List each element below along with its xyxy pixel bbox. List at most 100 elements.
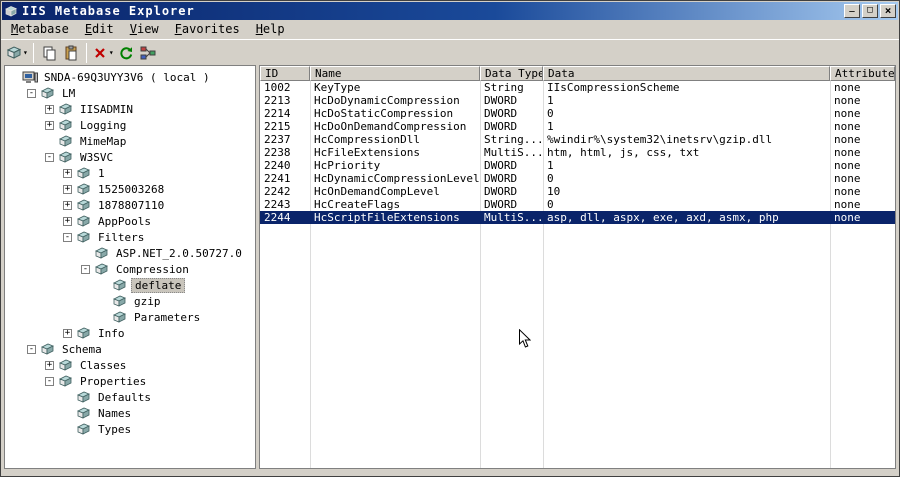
tree-item-lm[interactable]: - LM bbox=[5, 85, 255, 101]
collapse-icon[interactable]: - bbox=[63, 232, 72, 242]
tree-item-compression[interactable]: - Compression bbox=[5, 261, 255, 277]
tree-item-label: Logging bbox=[80, 118, 127, 132]
table-row-2241[interactable]: 2241 HcDynamicCompressionLevel DWORD 0 none bbox=[260, 172, 895, 185]
menu-item-favorites[interactable]: Favorites bbox=[167, 21, 248, 38]
table-row-2215[interactable]: 2215 HcDoOnDemandCompression DWORD 1 none bbox=[260, 120, 895, 133]
cell-id: 2213 bbox=[264, 94, 291, 107]
column-header-name[interactable]: Name bbox=[310, 66, 480, 81]
cell-type: MultiS... bbox=[484, 211, 543, 224]
table-row-2242[interactable]: 2242 HcOnDemandCompLevel DWORD 10 none bbox=[260, 185, 895, 198]
tree-item-1878807110[interactable]: +1878807110 bbox=[5, 197, 255, 213]
collapse-icon[interactable]: - bbox=[45, 376, 54, 386]
tree-item-info[interactable]: + Info bbox=[5, 325, 255, 341]
expand-icon[interactable]: + bbox=[63, 216, 72, 226]
title-bar[interactable]: IIS Metabase Explorer _ □ × bbox=[2, 2, 898, 20]
tree-item-label: Info bbox=[98, 326, 125, 340]
tree-item-logging[interactable]: + Logging bbox=[5, 117, 255, 133]
expand-icon[interactable]: + bbox=[63, 328, 72, 338]
tree-item-label: AppPools bbox=[98, 214, 151, 228]
expand-icon[interactable]: + bbox=[45, 104, 54, 114]
paste-button[interactable] bbox=[60, 42, 82, 64]
collapse-icon[interactable]: - bbox=[45, 152, 54, 162]
tree-item-types[interactable]: Types bbox=[5, 421, 255, 437]
properties-list[interactable]: ID Name Data Type Data Attributes 1002 KeyTyp… bbox=[259, 65, 896, 469]
tree-item-label: Compression bbox=[116, 262, 189, 276]
tree-item-parameters[interactable]: Parameters bbox=[5, 309, 255, 325]
tree-item-classes[interactable]: + Classes bbox=[5, 357, 255, 373]
tree-item-names[interactable]: Names bbox=[5, 405, 255, 421]
key-icon bbox=[58, 151, 74, 164]
cell-name: HcOnDemandCompLevel bbox=[314, 185, 440, 198]
expand-icon[interactable]: + bbox=[45, 120, 54, 130]
tree-item-mimemap[interactable]: MimeMap bbox=[5, 133, 255, 149]
table-row-2238[interactable]: 2238 HcFileExtensions MultiS... htm, html, … bbox=[260, 146, 895, 159]
cell-name: HcCreateFlags bbox=[314, 198, 401, 211]
tree-item-1525003268[interactable]: +1525003268 bbox=[5, 181, 255, 197]
tree-item-iisadmin[interactable]: + IISADMIN bbox=[5, 101, 255, 117]
key-icon bbox=[76, 231, 92, 244]
menu-item-view[interactable]: View bbox=[122, 21, 167, 38]
key-icon bbox=[94, 263, 110, 276]
tree-item-label: MimeMap bbox=[80, 134, 127, 148]
column-header-data-type[interactable]: Data Type bbox=[480, 66, 543, 81]
cell-name: HcScriptFileExtensions bbox=[314, 211, 460, 224]
tree-item-label: W3SVC bbox=[80, 150, 114, 164]
refresh-button[interactable] bbox=[115, 42, 137, 64]
cell-data: 0 bbox=[547, 107, 554, 120]
metabase-tree[interactable]: SNDA-69Q3UYY3V6 ( local ) - LM + IISADMIN + Lo… bbox=[4, 65, 256, 469]
column-header-attributes[interactable]: Attributes bbox=[830, 66, 895, 81]
collapse-icon[interactable]: - bbox=[27, 344, 36, 354]
table-row-2240[interactable]: 2240 HcPriority DWORD 1 none bbox=[260, 159, 895, 172]
expand-icon[interactable]: + bbox=[63, 184, 72, 194]
dropdown-caret-icon[interactable]: ▾ bbox=[109, 48, 114, 57]
table-row-2244[interactable]: 2244 HcScriptFileExtensions MultiS... asp, … bbox=[260, 211, 895, 224]
table-row-2237[interactable]: 2237 HcCompressionDll String... %windir%\sy… bbox=[260, 133, 895, 146]
network-button[interactable] bbox=[137, 42, 159, 64]
maximize-button[interactable]: □ bbox=[862, 4, 878, 18]
delete-button[interactable]: ▾ bbox=[91, 42, 115, 64]
tree-item-asp-net-2-0-50727-0[interactable]: ASP.NET_2.0.50727.0 bbox=[5, 245, 255, 261]
cell-id: 2241 bbox=[264, 172, 291, 185]
expand-icon[interactable]: + bbox=[45, 360, 54, 370]
expand-icon[interactable]: + bbox=[63, 200, 72, 210]
cell-type: MultiS... bbox=[484, 146, 543, 159]
cell-name: HcPriority bbox=[314, 159, 381, 172]
cell-type: DWORD bbox=[484, 172, 518, 185]
tree-item-1[interactable]: +1 bbox=[5, 165, 255, 181]
copy-button[interactable] bbox=[38, 42, 60, 64]
minimize-button[interactable]: _ bbox=[844, 4, 860, 18]
table-row-2243[interactable]: 2243 HcCreateFlags DWORD 0 none bbox=[260, 198, 895, 211]
tree-item-filters[interactable]: - Filters bbox=[5, 229, 255, 245]
menu-item-metabase[interactable]: Metabase bbox=[3, 21, 77, 38]
tree-item-w3svc[interactable]: - W3SVC bbox=[5, 149, 255, 165]
column-header-id[interactable]: ID bbox=[260, 66, 310, 81]
tree-item-label: Properties bbox=[80, 374, 147, 388]
column-header-data[interactable]: Data bbox=[543, 66, 830, 81]
connect-button[interactable]: ▾ bbox=[5, 42, 29, 64]
tree-item-defaults[interactable]: Defaults bbox=[5, 389, 255, 405]
collapse-icon[interactable]: - bbox=[27, 88, 36, 98]
tree-item-apppools[interactable]: + AppPools bbox=[5, 213, 255, 229]
expand-icon[interactable]: + bbox=[63, 168, 72, 178]
tree-item-snda-69q3uyy3v6-local[interactable]: SNDA-69Q3UYY3V6 ( local ) bbox=[5, 69, 255, 85]
table-row-2213[interactable]: 2213 HcDoDynamicCompression DWORD 1 none bbox=[260, 94, 895, 107]
menu-item-edit[interactable]: Edit bbox=[77, 21, 122, 38]
key-icon bbox=[76, 327, 92, 340]
tree-item-properties[interactable]: - Properties bbox=[5, 373, 255, 389]
paste-icon bbox=[63, 45, 79, 61]
menu-item-help[interactable]: Help bbox=[248, 21, 293, 38]
cell-id: 2242 bbox=[264, 185, 291, 198]
tree-item-gzip[interactable]: gzip bbox=[5, 293, 255, 309]
tree-item-schema[interactable]: - Schema bbox=[5, 341, 255, 357]
collapse-icon[interactable]: - bbox=[81, 264, 90, 274]
dropdown-caret-icon[interactable]: ▾ bbox=[23, 48, 28, 57]
tree-item-label: Types bbox=[98, 422, 132, 436]
key-icon bbox=[112, 311, 128, 324]
tree-item-deflate[interactable]: deflate bbox=[5, 277, 255, 293]
table-row-2214[interactable]: 2214 HcDoStaticCompression DWORD 0 none bbox=[260, 107, 895, 120]
table-row-1002[interactable]: 1002 KeyType String IIsCompressionScheme non… bbox=[260, 81, 895, 94]
key-icon bbox=[76, 199, 92, 212]
key-icon bbox=[76, 407, 92, 420]
close-button[interactable]: × bbox=[880, 4, 896, 18]
cell-data: IIsCompressionScheme bbox=[547, 81, 680, 94]
